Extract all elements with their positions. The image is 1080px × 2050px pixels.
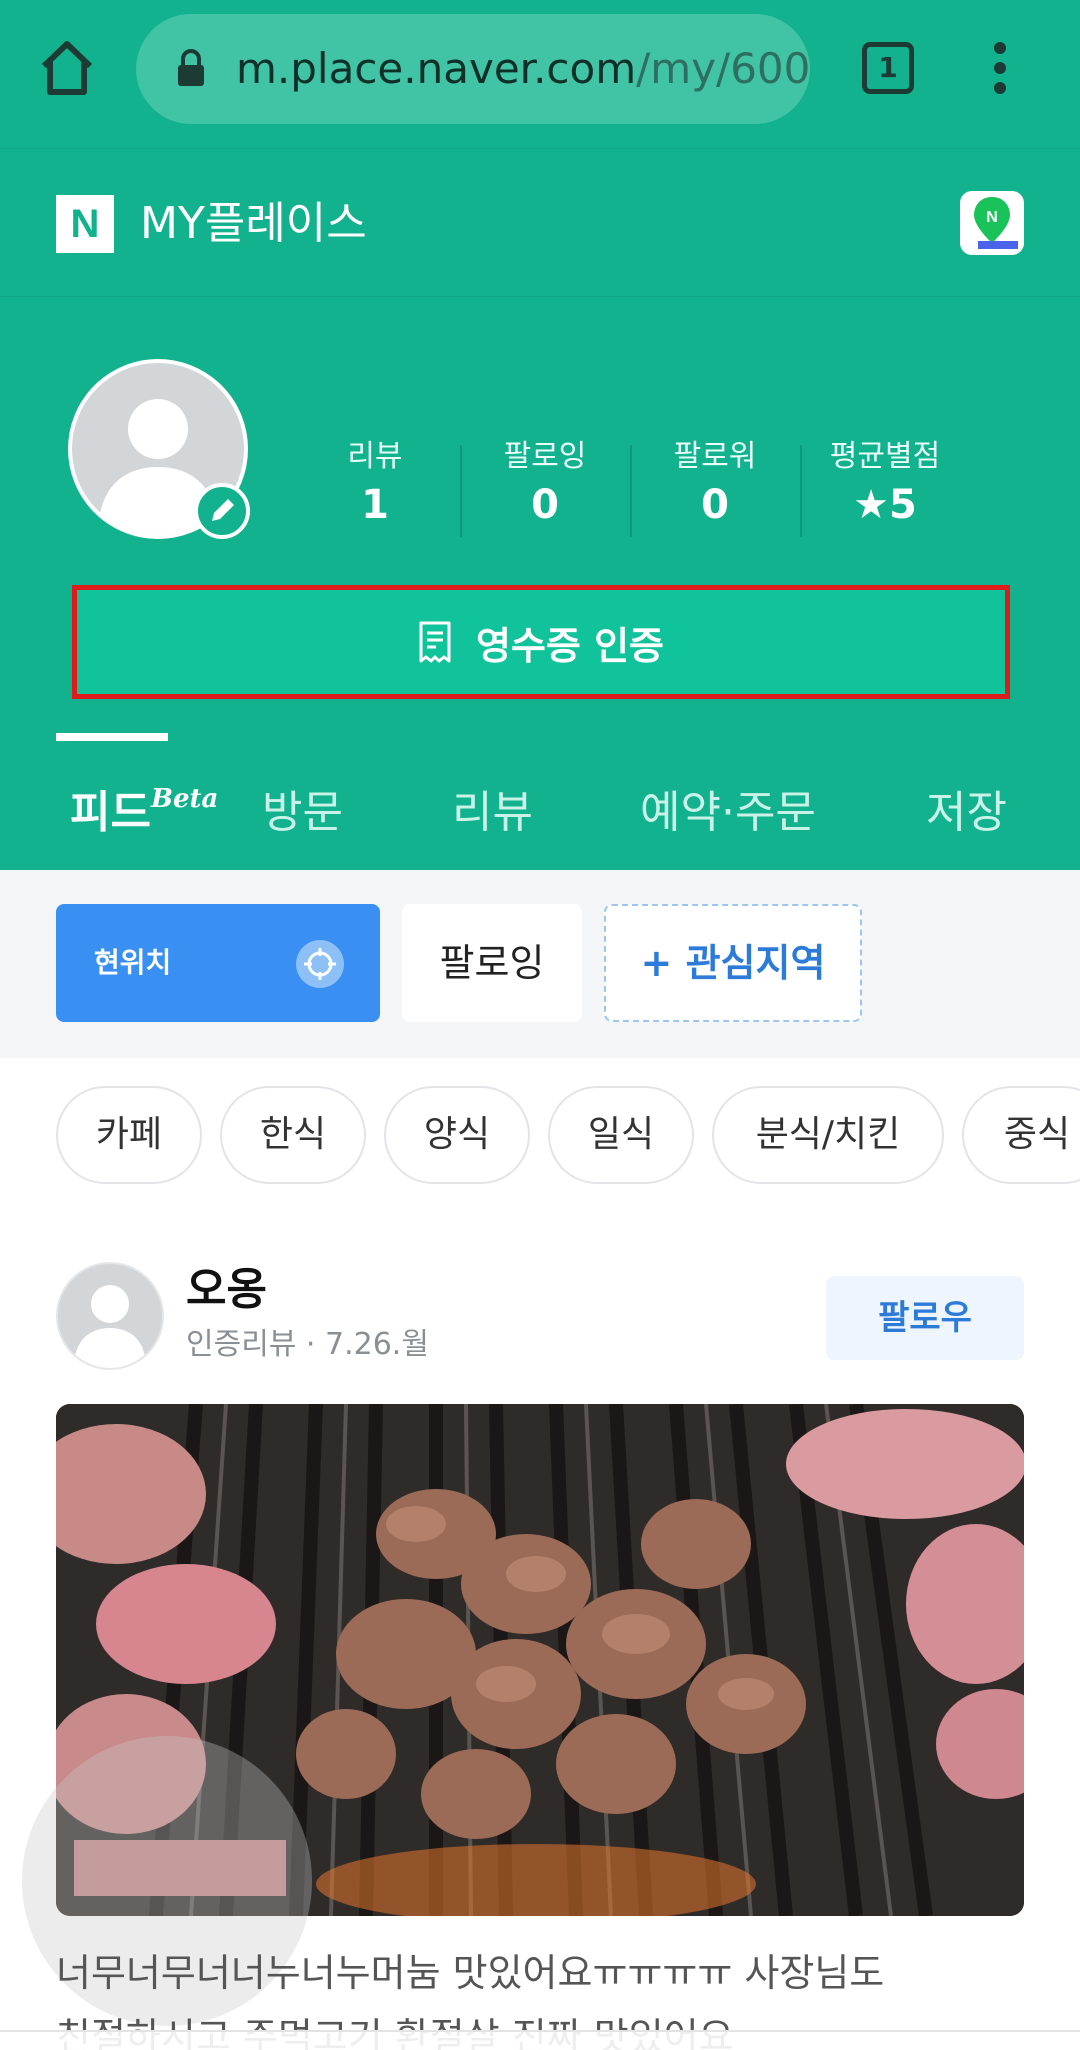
category-chip-cafe[interactable]: 카페	[56, 1086, 202, 1184]
redacted-area	[74, 1840, 286, 1896]
category-chip-snack-chicken[interactable]: 분식/치킨	[712, 1086, 944, 1184]
stat-label: 평균별점	[829, 439, 941, 474]
feed-filter-bar: 현위치 팔로잉 + 관심지역	[0, 870, 1080, 1058]
receipt-verify-label: 영수증 인증	[475, 623, 665, 668]
stat-label: 팔로잉	[503, 439, 587, 474]
tab-switcher-button[interactable]: 1	[862, 42, 914, 94]
category-chip-western[interactable]: 양식	[384, 1086, 530, 1184]
stat-label: 팔로워	[673, 439, 757, 474]
current-location-label: 현위치	[94, 946, 172, 979]
browser-toolbar: m.place.naver.com/my/600 1	[0, 0, 1080, 148]
crosshair-icon	[296, 940, 344, 988]
edit-profile-icon[interactable]	[194, 483, 250, 539]
stat-value: 0	[531, 482, 559, 528]
tab-feed[interactable]: 피드Beta	[70, 783, 218, 843]
post-review-text[interactable]: 너무너무너너누너누머눔 맛있어요ㅠㅠㅠㅠ 사장님도	[56, 1942, 1056, 2004]
category-chip-japanese[interactable]: 일식	[548, 1086, 694, 1184]
category-chip-korean[interactable]: 한식	[220, 1086, 366, 1184]
stat-value: 0	[701, 482, 729, 528]
follow-button[interactable]: 팔로우	[826, 1276, 1024, 1360]
receipt-icon	[419, 621, 451, 663]
current-location-filter[interactable]: 현위치	[56, 904, 380, 1022]
tab-visit[interactable]: 방문	[262, 783, 343, 843]
stat-reviews[interactable]: 리뷰 1	[290, 437, 460, 537]
stat-following[interactable]: 팔로잉 0	[460, 437, 630, 537]
add-region-button[interactable]: + 관심지역	[604, 904, 862, 1022]
active-tab-indicator	[56, 733, 168, 741]
category-chip-chinese[interactable]: 중식	[962, 1086, 1080, 1184]
stat-average-rating[interactable]: 평균별점 ★5	[800, 437, 970, 537]
beta-badge: Beta	[150, 784, 219, 814]
address-bar[interactable]: m.place.naver.com/my/600	[136, 14, 810, 124]
stat-value: 1	[361, 482, 389, 528]
bottom-edge	[0, 2030, 1080, 2050]
url-text: m.place.naver.com/my/600	[236, 44, 811, 93]
main-tabs: 피드Beta 방문 리뷰 예약·주문 저장	[0, 723, 1080, 871]
svg-text:N: N	[986, 209, 998, 226]
post-author-avatar[interactable]	[56, 1262, 164, 1370]
naver-logo[interactable]: N	[56, 195, 114, 253]
stat-value: ★5	[853, 482, 917, 528]
tab-saved[interactable]: 저장	[926, 783, 1007, 843]
naver-map-icon[interactable]: N	[960, 191, 1024, 255]
category-chips: 카페 한식 양식 일식 분식/치킨 중식	[0, 1058, 1080, 1198]
home-icon[interactable]	[36, 36, 98, 98]
app-header: N MY플레이스 N	[0, 148, 1080, 296]
profile-section: 리뷰 1 팔로잉 0 팔로워 0 평균별점 ★5 영수증 인증 피드Beta 방…	[0, 296, 1080, 870]
lock-icon	[178, 49, 204, 86]
post-meta: 인증리뷰 · 7.26.월	[186, 1327, 429, 1362]
receipt-verify-button[interactable]: 영수증 인증	[72, 585, 1010, 699]
post-author-name[interactable]: 오옹	[186, 1260, 267, 1320]
profile-stats: 리뷰 1 팔로잉 0 팔로워 0 평균별점 ★5	[290, 437, 1010, 537]
browser-menu-icon[interactable]	[982, 42, 1018, 98]
page-title: MY플레이스	[140, 198, 367, 249]
tab-review[interactable]: 리뷰	[452, 783, 533, 843]
stat-followers[interactable]: 팔로워 0	[630, 437, 800, 537]
stat-label: 리뷰	[347, 439, 403, 474]
tab-reservation-order[interactable]: 예약·주문	[640, 783, 816, 843]
following-filter[interactable]: 팔로잉	[402, 904, 582, 1022]
